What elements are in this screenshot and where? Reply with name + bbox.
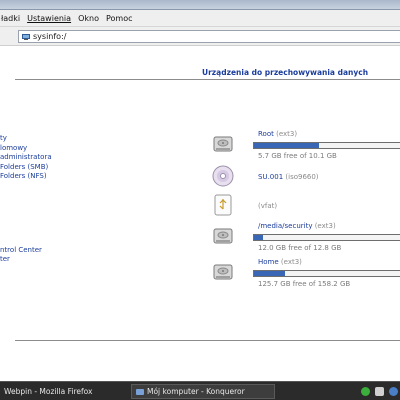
url-field[interactable]: sysinfo:/ bbox=[18, 30, 400, 43]
storage-heading: Urządzenia do przechowywania danych bbox=[202, 68, 369, 77]
free-space-home: 125.7 GB free of 158.2 GB bbox=[258, 280, 351, 288]
left-link-3[interactable]: administratora bbox=[0, 153, 52, 161]
taskbar-item-firefox[interactable]: Webpin - Mozilla Firefox bbox=[0, 384, 120, 399]
device-fs: (iso9660) bbox=[285, 173, 319, 181]
window-title-strip bbox=[0, 0, 400, 10]
taskbar-item-konqueror[interactable]: Mój komputer - Konqueror bbox=[131, 384, 275, 399]
usage-bar-fill bbox=[254, 235, 263, 240]
left-link-nfs[interactable]: Folders (NFS) bbox=[0, 172, 47, 180]
menu-window[interactable]: Okno bbox=[77, 14, 102, 23]
taskbar-firefox-label: Webpin - Mozilla Firefox bbox=[4, 387, 93, 396]
update-icon[interactable] bbox=[389, 387, 398, 396]
hard-disk-icon[interactable] bbox=[212, 261, 234, 283]
left-link-control-center[interactable]: ntrol Center bbox=[0, 246, 42, 254]
device-fs: (ext3) bbox=[276, 130, 298, 138]
usage-bar-root bbox=[253, 142, 400, 149]
hard-disk-icon[interactable] bbox=[212, 133, 234, 155]
system-tray bbox=[361, 384, 400, 399]
device-name-home: Home (ext3) bbox=[258, 258, 302, 266]
menu-bookmarks[interactable]: ładki bbox=[0, 14, 23, 23]
device-name-vfat: (vfat) bbox=[258, 202, 277, 210]
clipboard-icon[interactable] bbox=[375, 387, 384, 396]
device-name-root: Root (ext3) bbox=[258, 130, 297, 138]
usage-bar-fill bbox=[254, 143, 320, 148]
sysinfo-icon bbox=[22, 33, 30, 41]
device-link[interactable]: Root bbox=[258, 130, 274, 138]
cd-rom-icon[interactable] bbox=[212, 165, 234, 187]
usage-bar-fill bbox=[254, 271, 286, 276]
usage-bar-security bbox=[253, 234, 400, 241]
free-space-root: 5.7 GB free of 10.1 GB bbox=[258, 152, 337, 160]
usb-drive-icon[interactable] bbox=[212, 194, 234, 216]
device-name-security: /media/security (ext3) bbox=[258, 222, 336, 230]
hard-disk-icon[interactable] bbox=[212, 225, 234, 247]
free-space-security: 12.0 GB free of 12.8 GB bbox=[258, 244, 342, 252]
left-link-1[interactable]: ty bbox=[0, 134, 7, 142]
left-link-smb[interactable]: Folders (SMB) bbox=[0, 163, 48, 171]
usage-bar-home bbox=[253, 270, 400, 277]
left-link-ter[interactable]: ter bbox=[0, 255, 10, 263]
menu-help[interactable]: Pomoc bbox=[105, 14, 136, 23]
divider-top bbox=[15, 79, 400, 80]
menu-settings[interactable]: Ustawienia bbox=[26, 14, 74, 23]
location-toolbar: sysinfo:/ bbox=[0, 27, 400, 46]
device-link[interactable]: Home bbox=[258, 258, 279, 266]
device-link[interactable]: /media/security bbox=[258, 222, 312, 230]
folder-icon bbox=[136, 388, 144, 395]
device-fs: (ext3) bbox=[280, 258, 302, 266]
taskbar: Webpin - Mozilla Firefox Mój komputer - … bbox=[0, 381, 400, 400]
device-fs: (ext3) bbox=[314, 222, 336, 230]
taskbar-konqueror-label: Mój komputer - Konqueror bbox=[147, 387, 245, 396]
device-fs: (vfat) bbox=[258, 202, 278, 210]
divider-bottom bbox=[15, 340, 400, 341]
url-text: sysinfo:/ bbox=[33, 32, 67, 41]
device-link[interactable]: SU.001 bbox=[258, 173, 283, 181]
device-name-cd: SU.001 (iso9660) bbox=[258, 173, 319, 181]
network-icon[interactable] bbox=[361, 387, 370, 396]
menubar: ładki Ustawienia Okno Pomoc bbox=[0, 10, 400, 27]
main-content bbox=[0, 46, 400, 381]
left-link-2[interactable]: lomowy bbox=[0, 144, 27, 152]
